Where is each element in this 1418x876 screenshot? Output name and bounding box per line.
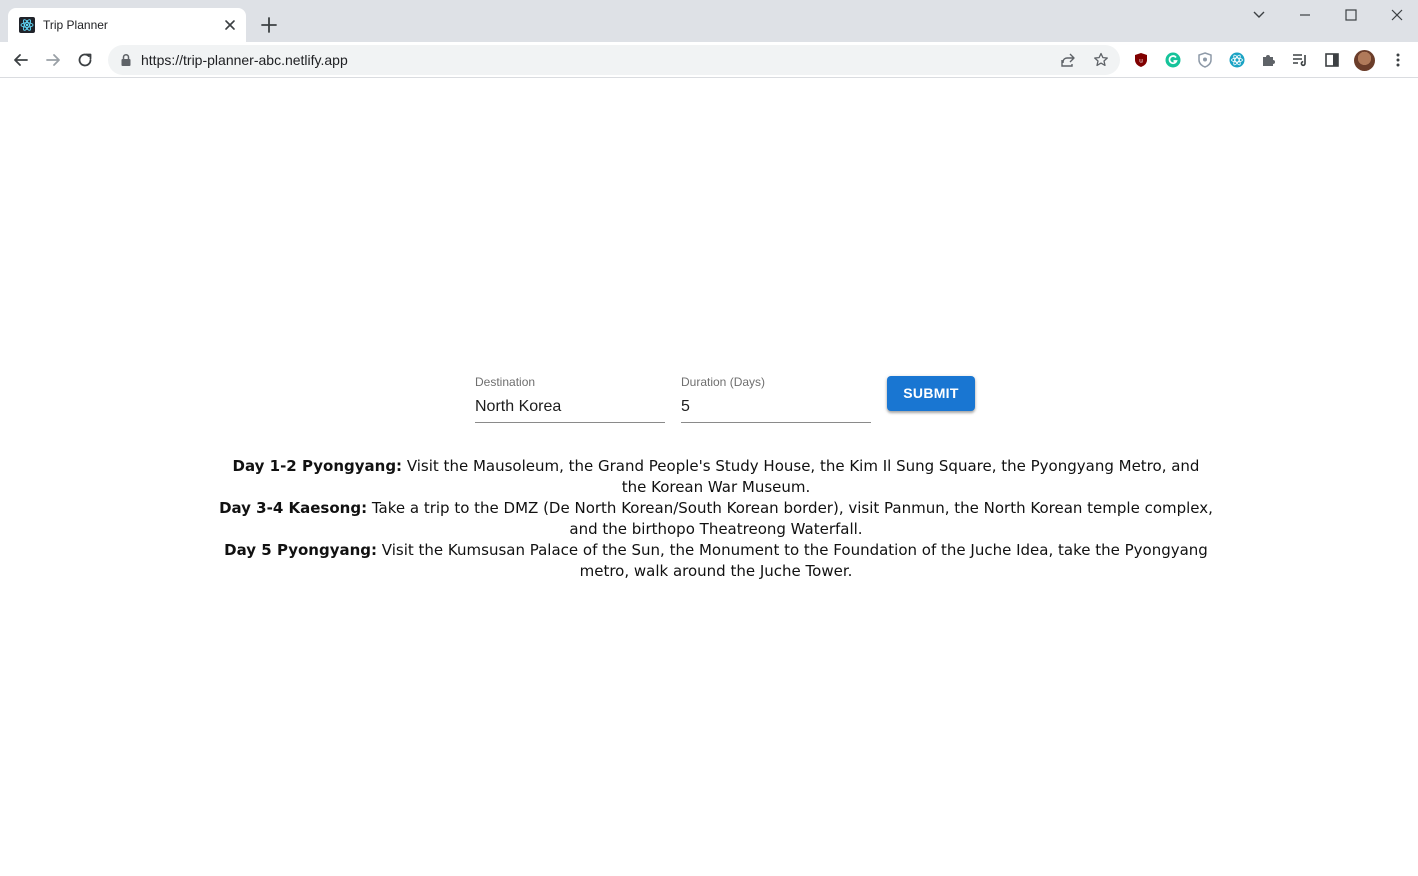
forward-arrow-icon[interactable] [40,47,66,73]
destination-input[interactable]: North Korea [475,397,561,416]
kebab-menu-icon[interactable] [1390,52,1406,68]
react-devtools-icon[interactable] [1229,52,1245,68]
itinerary-day-text: Visit the Kumsusan Palace of the Sun, th… [377,541,1208,580]
reload-icon[interactable] [72,47,98,73]
bookmark-star-icon[interactable] [1093,52,1109,68]
ublock-shield-icon[interactable]: u [1133,52,1149,68]
itinerary-day-text: Visit the Mausoleum, the Grand People's … [402,457,1200,496]
duration-input[interactable]: 5 [681,397,690,416]
svg-text:u: u [1139,58,1143,65]
trip-form: Destination North Korea Duration (Days) … [475,370,995,430]
itinerary-day-heading: Day 3-4 Kaesong: [219,499,368,517]
duration-field[interactable]: Duration (Days) 5 [681,370,871,423]
maximize-icon[interactable] [1327,0,1373,30]
itinerary-day: Day 3-4 Kaesong: Take a trip to the DMZ … [218,498,1214,540]
extensions-puzzle-icon[interactable] [1261,52,1277,68]
react-atom-icon [19,17,35,33]
destination-field[interactable]: Destination North Korea [475,370,665,423]
submit-button[interactable]: SUBMIT [887,376,975,411]
itinerary-result: Day 1-2 Pyongyang: Visit the Mausoleum, … [218,456,1214,582]
grammarly-icon[interactable] [1165,52,1181,68]
itinerary-day-heading: Day 5 Pyongyang: [224,541,378,559]
address-bar[interactable]: https://trip-planner-abc.netlify.app [108,45,1120,75]
browser-toolbar: https://trip-planner-abc.netlify.app u [0,42,1418,78]
url-text[interactable]: https://trip-planner-abc.netlify.app [141,52,348,68]
browser-tab[interactable]: Trip Planner [8,8,246,42]
close-tab-icon[interactable] [221,16,239,34]
minimize-icon[interactable] [1281,0,1327,30]
duration-label: Duration (Days) [681,375,766,389]
itinerary-day-text: Take a trip to the DMZ (De North Korean/… [367,499,1213,538]
itinerary-day: Day 1-2 Pyongyang: Visit the Mausoleum, … [218,456,1214,498]
profile-avatar[interactable] [1354,50,1375,71]
tab-title: Trip Planner [43,18,108,32]
share-icon[interactable] [1060,52,1076,68]
tab-search-chevron-icon[interactable] [1235,0,1281,30]
lock-icon[interactable] [120,53,132,72]
itinerary-day-heading: Day 1-2 Pyongyang: [232,457,403,475]
back-arrow-icon[interactable] [8,47,34,73]
reading-list-icon[interactable] [1292,52,1308,68]
extensions-group: u [1127,47,1284,73]
itinerary-day: Day 5 Pyongyang: Visit the Kumsusan Pala… [218,540,1214,582]
new-tab-icon[interactable] [258,14,280,36]
side-panel-icon[interactable] [1324,52,1340,68]
destination-label: Destination [475,375,536,389]
close-window-icon[interactable] [1373,0,1418,30]
tab-strip: Trip Planner [0,0,1418,42]
privacy-shield-icon[interactable] [1197,52,1213,68]
